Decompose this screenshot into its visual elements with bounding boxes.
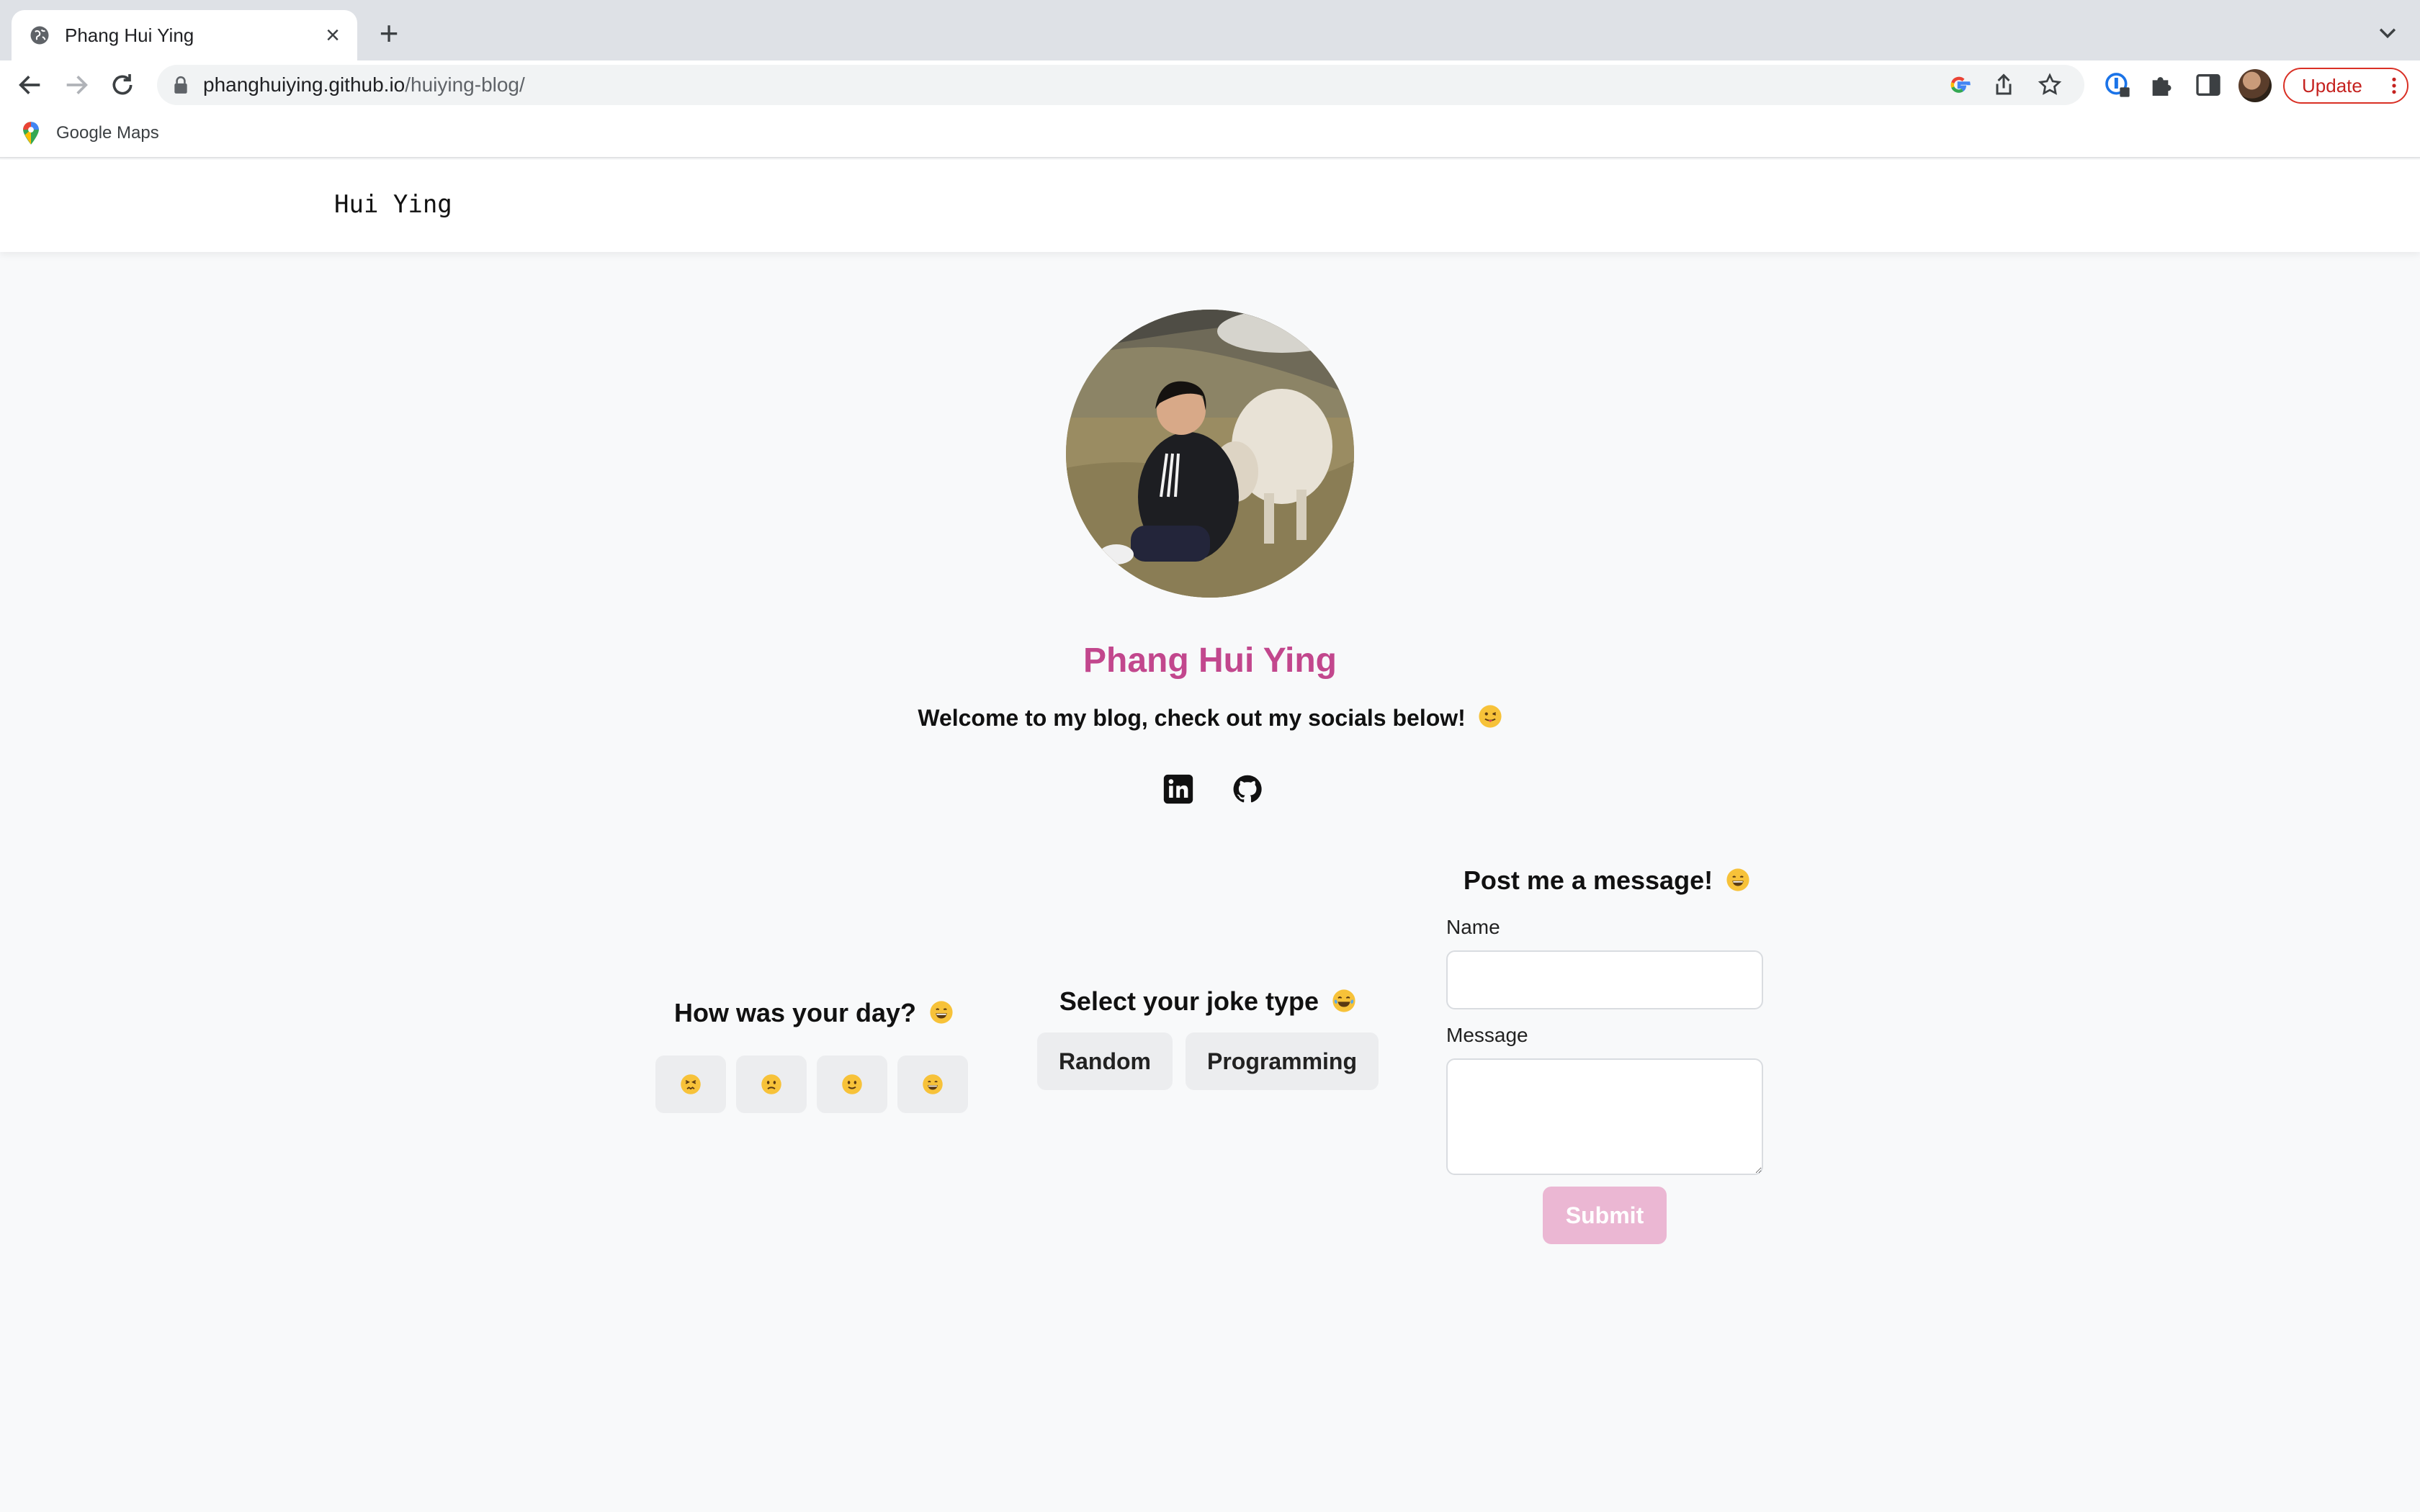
mood-title: How was your day? [673, 998, 917, 1027]
mood-button-grinning[interactable] [897, 1056, 968, 1113]
submit-button[interactable]: Submit [1543, 1187, 1667, 1244]
persevering-face-icon [681, 1074, 701, 1094]
browser-toolbar: phanghuiying.github.io/huiying-blog/ [0, 60, 2420, 109]
mood-button-frowning[interactable] [736, 1056, 807, 1113]
github-icon[interactable] [1232, 773, 1263, 805]
site-header: Hui Ying [0, 160, 2420, 252]
bookmark-star-icon[interactable] [2037, 72, 2063, 98]
social-links [1162, 773, 1263, 806]
extensions-puzzle-icon[interactable] [2148, 71, 2177, 99]
slightly-frowning-face-icon [761, 1074, 781, 1094]
password-manager-icon[interactable] [2103, 71, 2132, 99]
profile-avatar[interactable] [2238, 69, 2272, 102]
close-tab-icon[interactable]: × [326, 23, 340, 48]
lock-icon[interactable] [173, 76, 189, 94]
globe-icon [30, 26, 49, 45]
message-form-heading: Post me a message! [1463, 865, 1713, 895]
reload-icon[interactable] [108, 71, 137, 99]
bookmark-google-maps[interactable]: Google Maps [56, 123, 159, 143]
tongue-face-icon [1479, 705, 1502, 728]
grinning-face-icon [923, 1074, 943, 1094]
more-vertical-icon [2392, 77, 2396, 94]
update-button[interactable]: Update [2283, 68, 2408, 104]
grinning-face-icon [1726, 868, 1749, 891]
joke-section-title: Select your joke type [1037, 986, 1379, 1017]
profile-photo-image [1066, 310, 1354, 598]
profile-name: Phang Hui Ying [1083, 642, 1337, 680]
message-input[interactable] [1446, 1058, 1763, 1175]
name-input[interactable] [1446, 950, 1763, 1009]
browser-tabstrip: Phang Hui Ying × + [0, 0, 2420, 60]
side-panel-icon[interactable] [2194, 71, 2223, 99]
message-form-title: Post me a message! [1446, 865, 1767, 896]
slightly-smiling-face-icon [842, 1074, 862, 1094]
share-icon[interactable] [1991, 72, 2017, 98]
update-label: Update [2302, 74, 2362, 96]
message-label: Message [1446, 1024, 1528, 1046]
mood-options [655, 1056, 968, 1113]
joke-type-options: Random Programming [1037, 1032, 1379, 1090]
welcome-message: Welcome to my blog, check out my socials… [918, 705, 1466, 731]
url-host: phanghuiying.github.io [203, 73, 405, 96]
url-path: /huiying-blog/ [405, 73, 525, 96]
google-maps-icon [23, 122, 39, 145]
address-bar[interactable]: phanghuiying.github.io/huiying-blog/ [157, 65, 2084, 105]
forward-arrow-icon[interactable] [62, 71, 91, 99]
joke-programming-button[interactable]: Programming [1186, 1032, 1379, 1090]
site-title[interactable]: Hui Ying [334, 190, 452, 219]
mood-button-persevering[interactable] [655, 1056, 726, 1113]
google-icon[interactable] [1946, 72, 1972, 98]
mood-button-smiling[interactable] [817, 1056, 887, 1113]
chevron-down-icon[interactable] [2375, 20, 2400, 45]
joke-title: Select your joke type [1059, 986, 1319, 1016]
mood-section-title: How was your day? [648, 998, 980, 1028]
browser-tab[interactable]: Phang Hui Ying × [12, 10, 357, 60]
tab-title: Phang Hui Ying [65, 24, 194, 46]
grinning-face-icon [930, 1001, 953, 1024]
profile-photo [1066, 310, 1354, 598]
tears-of-joy-icon [1332, 989, 1355, 1012]
back-arrow-icon[interactable] [16, 71, 45, 99]
new-tab-icon[interactable]: + [373, 17, 405, 50]
linkedin-icon[interactable] [1162, 773, 1194, 805]
welcome-text: Welcome to my blog, check out my socials… [0, 704, 2420, 732]
joke-random-button[interactable]: Random [1037, 1032, 1173, 1090]
bookmarks-bar: Google Maps [0, 109, 2420, 158]
name-label: Name [1446, 916, 1500, 938]
